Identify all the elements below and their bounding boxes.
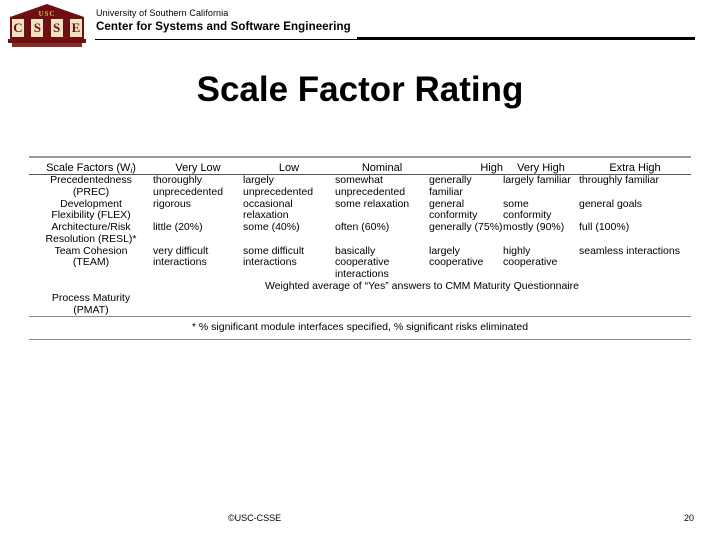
column-header-scale-factors: Scale Factors (Wi) [29, 162, 153, 175]
logo-letter-e: E [68, 19, 83, 37]
cell-prec-extra-high: throughly familiar [579, 174, 659, 186]
cell-team-extra-high: seamless interactions [579, 244, 680, 257]
column-header-very-high: Very High [503, 162, 579, 175]
header-rule-thin [95, 39, 357, 40]
table-row: Architecture/Risk Resolution (RESL)* lit… [29, 221, 691, 246]
table-body: Precedentedness (PREC) thoroughly unprec… [29, 174, 691, 341]
cell-resl-extra-high: full (100%) [579, 221, 630, 233]
logo-letter-c: C [11, 19, 25, 37]
table-row: Process Maturity (PMAT) Weighted average… [29, 279, 691, 317]
usc-csse-logo: USC C S S E [8, 4, 86, 48]
scale-factor-table-wrap: Scale Factors (Wi) Very Low Low Nominal … [29, 156, 691, 341]
row-label-resl-line1: Architecture/Risk [51, 221, 131, 233]
row-label-resl-line2: Resolution (RESL)* [45, 232, 137, 245]
cell-prec-very-low: thoroughly unprecedented [153, 174, 224, 198]
column-header-low: Low [243, 162, 335, 175]
column-header-scale-factors-text: Scale Factors (W [46, 162, 131, 174]
cell-prec-nominal: somewhat unprecedented [335, 174, 406, 198]
cell-flex-very-high: some conformity [503, 197, 552, 222]
cell-flex-extra-high: general goals [579, 197, 643, 210]
cell-resl-high: generally (75%) [429, 221, 503, 233]
cell-team-low: some difficult interactions [243, 244, 305, 269]
center-name: Center for Systems and Software Engineer… [96, 21, 351, 33]
table-footnote: * % significant module interfaces specif… [29, 317, 691, 341]
row-label-prec-line1: Precedentedness [50, 174, 132, 186]
cell-prec-very-high: largely familiar [503, 174, 571, 186]
logo-base-lower [12, 43, 82, 47]
cell-resl-very-high: mostly (90%) [503, 221, 565, 233]
cell-resl-very-low: little (20%) [153, 221, 203, 233]
row-label-resl: Architecture/Risk Resolution (RESL)* [29, 221, 153, 246]
cell-prec-high: generally familiar [429, 174, 472, 198]
cell-team-high: largely cooperative [429, 244, 484, 269]
logo-letter-s1: S [30, 19, 45, 37]
table-head: Scale Factors (Wi) Very Low Low Nominal … [29, 156, 691, 175]
cell-flex-very-low: rigorous [153, 197, 191, 210]
cell-flex-high: general conformity [429, 197, 478, 222]
cell-team-very-high: highly cooperative [503, 244, 558, 269]
row-label-pmat-line2: (PMAT) [73, 303, 109, 316]
logo-letter-s2: S [49, 19, 64, 37]
column-header-high: High [429, 162, 503, 175]
row-label-prec-line2: (PREC) [72, 185, 110, 198]
row-label-flex: Development Flexibility (FLEX) [29, 198, 153, 223]
cell-prec-low: largely unprecedented [243, 174, 314, 198]
cell-resl-low: some (40%) [243, 221, 300, 233]
header-rule-thick [357, 37, 695, 40]
table-row: Precedentedness (PREC) thoroughly unprec… [29, 174, 691, 199]
page-title: Scale Factor Rating [196, 70, 524, 109]
cell-flex-low: occasional relaxation [243, 197, 293, 222]
logo-colonnade: C S S E [10, 17, 84, 39]
column-header-very-low: Very Low [153, 162, 243, 175]
cell-resl-nominal: often (60%) [335, 221, 390, 233]
cell-team-nominal: basically cooperative interactions [335, 244, 390, 280]
university-name: University of Southern California [96, 8, 229, 18]
cell-team-very-low: very difficult interactions [153, 244, 209, 269]
slide-header: USC C S S E University of Southern Calif… [0, 0, 720, 50]
table-row: Development Flexibility (FLEX) rigorous … [29, 197, 691, 223]
column-header-scale-factors-paren: ) [132, 162, 136, 174]
column-header-extra-high: Extra High [579, 162, 691, 175]
table-header-row: Scale Factors (Wi) Very Low Low Nominal … [29, 162, 691, 175]
column-header-nominal: Nominal [335, 162, 429, 175]
row-label-team-line2: (TEAM) [72, 256, 110, 269]
row-label-team: Team Cohesion (TEAM) [29, 245, 153, 281]
row-label-prec: Precedentedness (PREC) [29, 174, 153, 199]
table-footnote-row: * % significant module interfaces specif… [29, 317, 691, 341]
page-number: 20 [683, 513, 694, 523]
table-row: Team Cohesion (TEAM) very difficult inte… [29, 244, 691, 281]
row-label-pmat: Process Maturity (PMAT) [29, 281, 153, 317]
row-label-pmat-line1: Process Maturity [51, 291, 131, 304]
copyright-text: ©USC-CSSE [228, 513, 282, 523]
scale-factor-table: Scale Factors (Wi) Very Low Low Nominal … [29, 156, 691, 341]
weight-subscript: i [130, 166, 133, 175]
cell-pmat-description: Weighted average of “Yes” answers to CMM… [265, 279, 579, 292]
cell-flex-nominal: some relaxation [335, 197, 410, 210]
